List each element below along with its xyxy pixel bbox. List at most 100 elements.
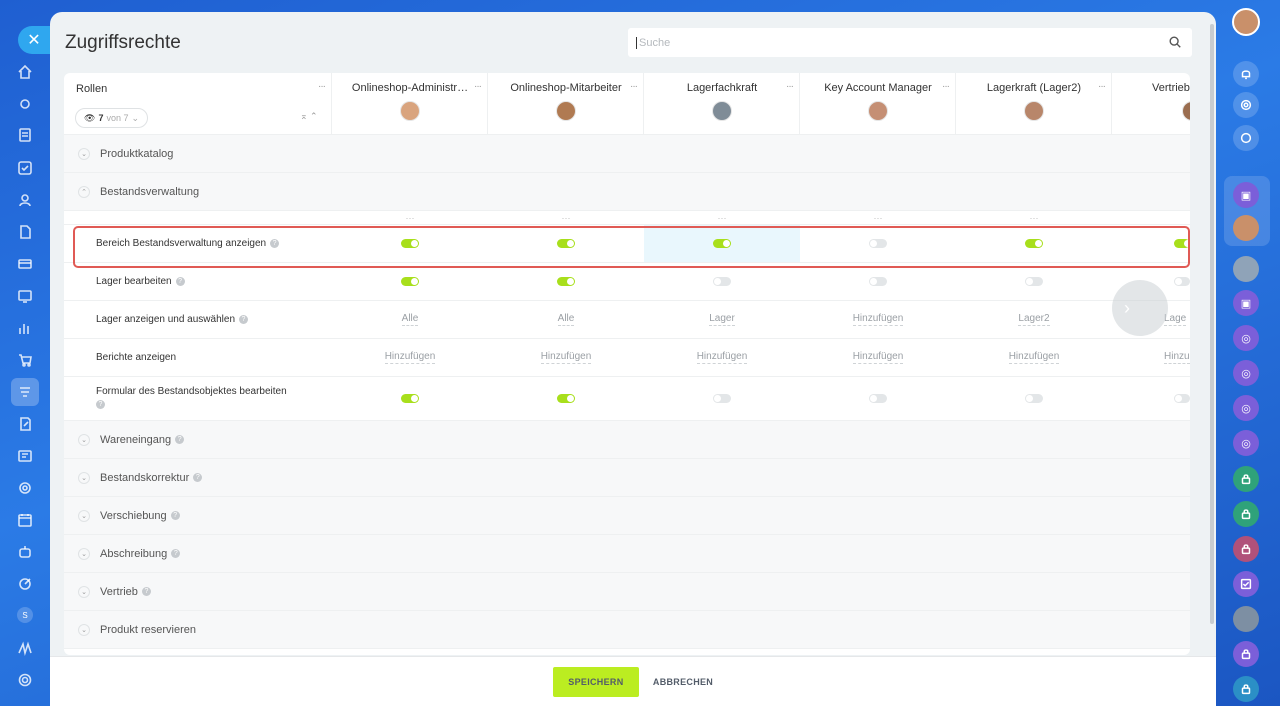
help-icon[interactable]: ?	[171, 549, 181, 558]
permission-toggle[interactable]	[1025, 239, 1043, 248]
permission-value[interactable]: Alle	[557, 313, 575, 326]
permission-value[interactable]: Hinzu	[1164, 351, 1190, 364]
lock-icon[interactable]	[1233, 641, 1259, 667]
chat-item-icon[interactable]: ◎	[1233, 430, 1259, 456]
more-icon[interactable]: ···	[786, 81, 794, 92]
notification-bell-icon[interactable]	[1233, 61, 1259, 87]
monitor-icon[interactable]	[14, 285, 36, 307]
help-icon[interactable]: ?	[141, 587, 151, 596]
permission-toggle[interactable]	[1174, 394, 1190, 403]
permission-toggle[interactable]	[557, 394, 575, 403]
card-icon[interactable]	[14, 253, 36, 275]
chart-icon[interactable]	[14, 317, 36, 339]
help-icon[interactable]: ?	[170, 511, 180, 520]
permission-value[interactable]: Hinzufügen	[384, 351, 436, 364]
more-icon[interactable]: ···	[318, 81, 326, 92]
permission-toggle[interactable]	[401, 239, 419, 248]
more-icon[interactable]: ···	[942, 81, 950, 92]
more-icon[interactable]: ···	[488, 211, 644, 224]
search-input[interactable]	[636, 36, 1156, 49]
more-icon[interactable]: ···	[332, 211, 488, 224]
permission-toggle[interactable]	[1025, 277, 1043, 286]
permission-toggle[interactable]	[1025, 394, 1043, 403]
goal-icon[interactable]	[14, 573, 36, 595]
help-icon[interactable]: ?	[175, 435, 185, 444]
cancel-button[interactable]: ABBRECHEN	[653, 677, 713, 687]
permission-toggle[interactable]	[1174, 277, 1190, 286]
lock-icon[interactable]	[1233, 466, 1259, 492]
close-icon[interactable]: ✕	[18, 26, 50, 54]
section-wareneingang[interactable]: ⌄ Wareneingang?	[64, 421, 1190, 459]
collapse-expand-icon[interactable]: ⌅ ⌃	[300, 111, 318, 122]
calendar-icon[interactable]	[14, 509, 36, 531]
chat-item-icon[interactable]: ▣	[1233, 182, 1259, 208]
help-icon[interactable]: ?	[175, 277, 185, 286]
file-icon[interactable]	[14, 221, 36, 243]
settings-icon[interactable]	[14, 669, 36, 691]
user-avatar[interactable]	[1232, 8, 1260, 36]
activity-icon[interactable]	[1233, 92, 1259, 118]
news-icon[interactable]	[14, 445, 36, 467]
chat-item-icon[interactable]: ◎	[1233, 395, 1259, 421]
permission-toggle[interactable]	[713, 239, 731, 248]
help-icon[interactable]: ?	[270, 239, 280, 248]
permission-toggle[interactable]	[557, 239, 575, 248]
home-icon[interactable]	[14, 61, 36, 83]
search-chat-icon[interactable]	[1233, 125, 1259, 151]
lock-icon[interactable]	[1233, 536, 1259, 562]
help-icon[interactable]: ?	[239, 315, 248, 324]
more-icon[interactable]: ···	[956, 211, 1112, 224]
permission-toggle[interactable]	[557, 277, 575, 286]
target-icon[interactable]	[14, 477, 36, 499]
permission-toggle[interactable]	[869, 239, 887, 248]
permission-toggle[interactable]	[869, 394, 887, 403]
section-bestandskorrektur[interactable]: ⌄ Bestandskorrektur?	[64, 459, 1190, 497]
document-icon[interactable]	[14, 124, 36, 146]
lock-icon[interactable]	[1233, 676, 1259, 702]
permission-toggle[interactable]	[401, 394, 419, 403]
search-icon[interactable]	[1168, 35, 1182, 49]
more-icon[interactable]: ···	[474, 81, 482, 92]
vertical-scrollbar[interactable]	[1210, 24, 1214, 624]
scroll-right-arrow[interactable]: ›	[1112, 280, 1168, 336]
permission-value[interactable]: Hinzufügen	[696, 351, 748, 364]
robot-icon[interactable]	[14, 541, 36, 563]
chat-avatar-group[interactable]	[1233, 606, 1259, 632]
permission-value[interactable]: Hinzufügen	[540, 351, 592, 364]
more-icon[interactable]: ···	[800, 211, 956, 224]
section-verschiebung[interactable]: ⌄ Verschiebung?	[64, 497, 1190, 535]
roles-filter[interactable]: 👁 7 von 7 ⌄	[75, 108, 149, 128]
rail-badge[interactable]: S	[17, 607, 33, 623]
more-icon[interactable]: ···	[1098, 81, 1106, 92]
permission-value[interactable]: Hinzufügen	[852, 351, 904, 364]
help-icon[interactable]: ?	[193, 473, 203, 482]
save-button[interactable]: SPEICHERN	[552, 666, 639, 697]
chat-avatar[interactable]	[1233, 215, 1259, 241]
permission-value[interactable]: Hinzufügen	[852, 313, 904, 326]
task-icon[interactable]	[1233, 571, 1259, 597]
permission-value[interactable]: Lage	[1164, 313, 1187, 326]
section-produktkatalog[interactable]: ⌄ Produktkatalog	[64, 135, 1190, 173]
section-bestandsverwaltung[interactable]: ⌃ Bestandsverwaltung	[64, 173, 1190, 211]
permission-toggle[interactable]	[1174, 239, 1190, 248]
permission-toggle[interactable]	[713, 277, 731, 286]
permission-value[interactable]: Lager2	[1018, 313, 1050, 326]
lock-icon[interactable]	[1233, 501, 1259, 527]
permission-value[interactable]: Hinzufügen	[1008, 351, 1060, 364]
contacts-icon[interactable]	[14, 189, 36, 211]
help-icon[interactable]: ?	[96, 400, 105, 409]
chat-item-icon[interactable]: ◎	[1233, 325, 1259, 351]
edit-document-icon[interactable]	[14, 413, 36, 435]
chat-item-icon[interactable]: ▣	[1233, 290, 1259, 316]
inventory-icon[interactable]	[11, 378, 39, 406]
chat-avatar-group[interactable]	[1233, 256, 1259, 282]
permission-toggle[interactable]	[869, 277, 887, 286]
more-icon[interactable]: ···	[630, 81, 638, 92]
cart-icon[interactable]	[14, 349, 36, 371]
more-icon[interactable]: ···	[644, 211, 800, 224]
permission-toggle[interactable]	[401, 277, 419, 286]
section-vertrieb[interactable]: ⌄ Vertrieb?	[64, 573, 1190, 611]
section-produkt-reservieren[interactable]: ⌄ Produkt reservieren	[64, 611, 1190, 649]
permission-value[interactable]: Alle	[401, 313, 419, 326]
gear-sparkle-icon[interactable]	[14, 93, 36, 115]
